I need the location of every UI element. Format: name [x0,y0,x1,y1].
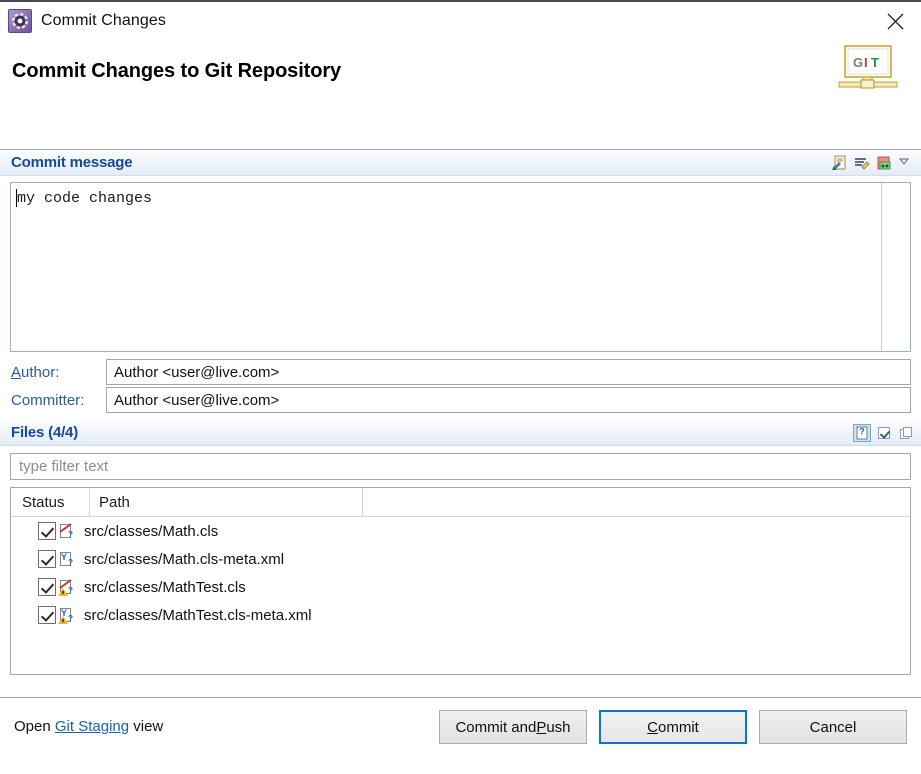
table-row[interactable]: Y ? src/classes/MathTest.cls-meta.xml [11,601,910,629]
dialog-banner: Commit Changes to Git Repository G I T [0,40,921,150]
table-row[interactable]: ? src/classes/MathTest.cls [11,573,910,601]
files-label: Files (4/4) [11,424,78,441]
svg-text:I: I [864,55,868,70]
btn-post: ommit [658,718,699,736]
add-change-id-icon[interactable] [875,154,893,172]
git-logo-icon: G I T [837,44,899,94]
author-row: Author: Author <user@live.com> [10,358,911,386]
gear-icon [8,9,32,33]
cancel-button[interactable]: Cancel [759,710,907,744]
warning-xml-file-icon: Y ? [58,606,74,624]
git-staging-line: Open Git Staging view [14,718,163,735]
author-field[interactable]: Author <user@live.com> [106,359,911,385]
column-divider[interactable] [362,488,363,516]
btn-pre: Commit and [455,718,537,736]
row-checkbox[interactable] [38,606,56,624]
committer-row: Committer: Author <user@live.com> [10,386,911,414]
window-title: Commit Changes [41,12,167,29]
amend-commit-icon[interactable] [853,154,871,172]
file-icon-glyph: Y [61,552,68,562]
author-value: Author <user@live.com> [114,363,280,381]
table-row[interactable]: ? src/classes/Math.cls [11,517,910,545]
commit-message-label: Commit message [11,154,133,171]
commit-message-section-header: Commit message [0,150,921,176]
files-section-header: Files (4/4) ? [0,420,921,446]
btn-mnemonic: C [647,718,658,736]
committer-value: Author <user@live.com> [114,391,280,409]
copy-paths-icon[interactable] [897,424,915,442]
commit-message-input[interactable]: my code changes [10,182,911,352]
dialog-footer: Open Git Staging view Commit and Push Co… [0,697,921,774]
select-all-icon[interactable] [875,424,893,442]
staging-suffix: view [129,718,164,735]
filter-input[interactable]: type filter text [10,453,911,480]
filter-placeholder: type filter text [19,458,109,475]
author-label-rest: uthor: [21,363,60,381]
table-header-row: Status Path [11,488,910,517]
page-title: Commit Changes to Git Repository [12,60,342,82]
margin-ruler [881,183,882,351]
commit-message-toolbar [831,150,915,176]
text-caret [16,189,17,207]
warning-apex-class-icon: ? [58,578,74,596]
button-row: Commit and Push Commit Cancel [439,710,907,744]
row-checkbox[interactable] [38,522,56,540]
column-header-status[interactable]: Status [11,494,89,511]
table-row[interactable]: Y ? src/classes/Math.cls-meta.xml [11,545,910,573]
chevron-down-icon[interactable] [897,154,915,172]
files-toolbar: ? [853,420,915,446]
commit-message-text: my code changes [17,190,153,207]
column-header-path[interactable]: Path [90,494,362,511]
btn-mnemonic: P [536,718,547,736]
file-path: src/classes/MathTest.cls [84,578,246,596]
modified-apex-class-icon: ? [58,522,74,540]
author-label-mnemonic: A [11,363,22,381]
committer-label: Committer: [11,391,85,409]
modified-xml-file-icon: Y ? [60,552,73,567]
author-label: Author: [10,364,106,381]
files-table: Status Path ? src/classes/Math.cls Y ? s… [10,487,911,675]
committer-field[interactable]: Author <user@live.com> [106,387,911,413]
svg-text:T: T [871,55,879,70]
staging-prefix: Open [14,718,55,735]
warning-overlay-icon [58,616,68,624]
add-signed-off-icon[interactable] [831,154,849,172]
row-checkbox[interactable] [38,550,56,568]
svg-text:G: G [853,55,863,70]
title-bar: Commit Changes [0,0,921,40]
file-path: src/classes/Math.cls-meta.xml [84,550,285,568]
commit-button[interactable]: Commit [599,710,747,744]
row-checkbox[interactable] [38,578,56,596]
btn-pre: Cancel [809,718,857,736]
close-icon[interactable] [869,2,921,40]
git-staging-link[interactable]: Git Staging [55,718,129,735]
warning-overlay-icon [58,588,68,596]
btn-post: ush [546,718,571,736]
file-path: src/classes/Math.cls [84,522,219,540]
commit-and-push-button[interactable]: Commit and Push [439,710,587,744]
show-untracked-files-icon[interactable]: ? [853,424,871,442]
file-path: src/classes/MathTest.cls-meta.xml [84,606,312,624]
